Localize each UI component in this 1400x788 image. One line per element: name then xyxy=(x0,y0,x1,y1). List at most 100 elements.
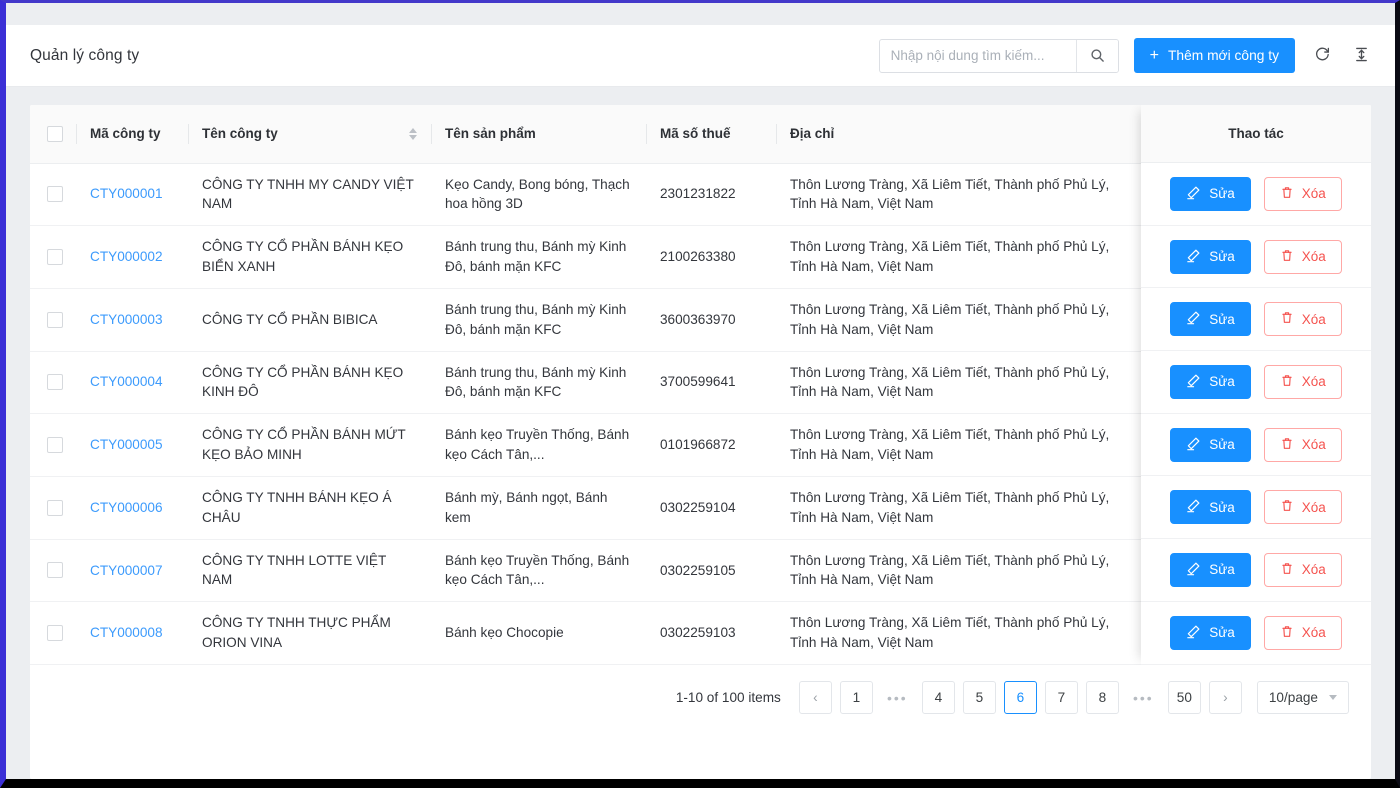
header-tax-code[interactable]: Mã số thuế xyxy=(646,105,776,164)
cell-company-code: CTY000001 xyxy=(76,163,188,227)
cell-company-name: CÔNG TY CỔ PHẦN BIBICA xyxy=(188,288,431,352)
trash-icon xyxy=(1280,624,1294,642)
company-code-link[interactable]: CTY000003 xyxy=(90,312,163,327)
header-company-name-label: Tên công ty xyxy=(202,126,278,142)
edit-label: Sửa xyxy=(1209,562,1235,578)
company-code-link[interactable]: CTY000008 xyxy=(90,625,163,640)
delete-button[interactable]: Xóa xyxy=(1263,490,1342,525)
delete-button[interactable]: Xóa xyxy=(1263,427,1342,462)
company-code-link[interactable]: CTY000002 xyxy=(90,249,163,264)
pagination-page[interactable]: 4 xyxy=(921,681,955,714)
cell-address: Thôn Lương Tràng, Xã Liêm Tiết, Thành ph… xyxy=(776,225,1128,289)
cell-company-code: CTY000007 xyxy=(76,539,188,603)
cell-tax-code: 0302259105 xyxy=(646,539,776,603)
header-product-name-label: Tên sản phẩm xyxy=(445,126,536,142)
action-cell: Sửa Xóa xyxy=(1141,163,1371,226)
cell-company-code: CTY000003 xyxy=(76,288,188,352)
delete-button[interactable]: Xóa xyxy=(1263,552,1342,587)
company-code-link[interactable]: CTY000006 xyxy=(90,500,163,515)
company-code-link[interactable]: CTY000004 xyxy=(90,374,163,389)
delete-button[interactable]: Xóa xyxy=(1263,239,1342,274)
sort-toggle-icon[interactable] xyxy=(409,127,417,140)
cell-company-name: CÔNG TY TNHH THỰC PHẨM ORION VINA xyxy=(188,601,431,665)
edit-label: Sửa xyxy=(1209,374,1235,390)
row-checkbox[interactable] xyxy=(47,437,63,454)
cell-tax-code: 2100263380 xyxy=(646,225,776,289)
delete-button[interactable]: Xóa xyxy=(1263,302,1342,337)
delete-button[interactable]: Xóa xyxy=(1263,615,1342,650)
edit-button[interactable]: Sửa xyxy=(1170,490,1251,525)
pagination-prev[interactable]: ‹ xyxy=(798,681,832,714)
action-cell: Sửa Xóa xyxy=(1141,602,1371,665)
company-code-link[interactable]: CTY000005 xyxy=(90,437,163,452)
pencil-icon xyxy=(1186,561,1201,579)
cell-company-code: CTY000006 xyxy=(76,476,188,540)
pagination-page[interactable]: 7 xyxy=(1044,681,1078,714)
select-all-checkbox[interactable] xyxy=(47,125,63,142)
cell-address: Thôn Lương Tràng, Xã Liêm Tiết, Thành ph… xyxy=(776,413,1128,477)
row-checkbox[interactable] xyxy=(47,311,63,328)
edit-button[interactable]: Sửa xyxy=(1170,302,1251,337)
pagination-next[interactable]: › xyxy=(1208,681,1242,714)
row-checkbox[interactable] xyxy=(47,562,63,579)
chevron-down-icon xyxy=(1329,695,1337,700)
edit-button[interactable]: Sửa xyxy=(1170,364,1251,399)
pencil-icon xyxy=(1186,248,1201,266)
cell-address: Thôn Lương Tràng, Xã Liêm Tiết, Thành ph… xyxy=(776,351,1128,415)
header-company-name[interactable]: Tên công ty xyxy=(188,105,431,164)
header-product-name[interactable]: Tên sản phẩm xyxy=(431,105,646,164)
page-size-select[interactable]: 10/page xyxy=(1256,681,1349,714)
row-checkbox[interactable] xyxy=(47,249,63,266)
delete-button[interactable]: Xóa xyxy=(1263,176,1342,211)
cell-company-code: CTY000004 xyxy=(76,351,188,415)
pagination-page[interactable]: 1 xyxy=(839,681,873,714)
cell-address: Thôn Lương Tràng, Xã Liêm Tiết, Thành ph… xyxy=(776,288,1128,352)
trash-icon xyxy=(1280,498,1294,516)
row-checkbox[interactable] xyxy=(47,499,63,516)
row-checkbox[interactable] xyxy=(47,625,63,642)
column-height-button[interactable] xyxy=(1349,44,1373,68)
header-company-code[interactable]: Mã công ty xyxy=(76,105,188,164)
cell-address: Thôn Lương Tràng, Xã Liêm Tiết, Thành ph… xyxy=(776,601,1128,665)
action-cell: Sửa Xóa xyxy=(1141,351,1371,414)
trash-icon xyxy=(1280,248,1294,266)
delete-label: Xóa xyxy=(1301,374,1326,390)
delete-label: Xóa xyxy=(1301,562,1326,578)
edit-label: Sửa xyxy=(1209,311,1235,327)
action-cell: Sửa Xóa xyxy=(1141,539,1371,602)
pagination-page[interactable]: 8 xyxy=(1085,681,1119,714)
search-button[interactable] xyxy=(1075,39,1118,72)
edit-button[interactable]: Sửa xyxy=(1170,615,1251,650)
cell-product-name: Bánh kẹo Truyền Thống, Bánh kẹo Cách Tân… xyxy=(431,539,646,603)
company-code-link[interactable]: CTY000007 xyxy=(90,563,163,578)
row-checkbox[interactable] xyxy=(47,186,63,203)
edit-button[interactable]: Sửa xyxy=(1170,427,1251,462)
cell-company-code: CTY000005 xyxy=(76,413,188,477)
plus-icon: + xyxy=(1149,46,1159,64)
content-area: Mã công ty Tên công ty Tên sản phẩm Mã s… xyxy=(6,87,1395,779)
row-checkbox[interactable] xyxy=(47,374,63,391)
cell-address: Thôn Lương Tràng, Xã Liêm Tiết, Thành ph… xyxy=(776,476,1128,540)
row-select-cell xyxy=(30,601,76,665)
reload-button[interactable] xyxy=(1310,44,1334,68)
pencil-icon xyxy=(1186,185,1201,203)
row-select-cell xyxy=(30,539,76,603)
cell-company-name: CÔNG TY CỔ PHẦN BÁNH KẸO KINH ĐÔ xyxy=(188,351,431,415)
cell-tax-code: 2301231822 xyxy=(646,163,776,227)
company-code-link[interactable]: CTY000001 xyxy=(90,186,163,201)
search-input[interactable] xyxy=(879,39,1076,72)
pagination-page[interactable]: 5 xyxy=(962,681,996,714)
pagination-page[interactable]: 6 xyxy=(1003,681,1037,714)
pencil-icon xyxy=(1186,498,1201,516)
pagination-page[interactable]: 50 xyxy=(1167,681,1201,714)
edit-label: Sửa xyxy=(1209,186,1235,202)
edit-button[interactable]: Sửa xyxy=(1170,239,1251,274)
edit-button[interactable]: Sửa xyxy=(1170,176,1251,211)
edit-button[interactable]: Sửa xyxy=(1170,552,1251,587)
header-address[interactable]: Địa chỉ xyxy=(776,105,1128,164)
app-window: Quản lý công ty + Thêm mới công ty xyxy=(0,0,1400,788)
add-company-button[interactable]: + Thêm mới công ty xyxy=(1133,38,1295,73)
delete-button[interactable]: Xóa xyxy=(1263,364,1342,399)
add-company-label: Thêm mới công ty xyxy=(1167,48,1279,63)
row-select-cell xyxy=(30,225,76,289)
